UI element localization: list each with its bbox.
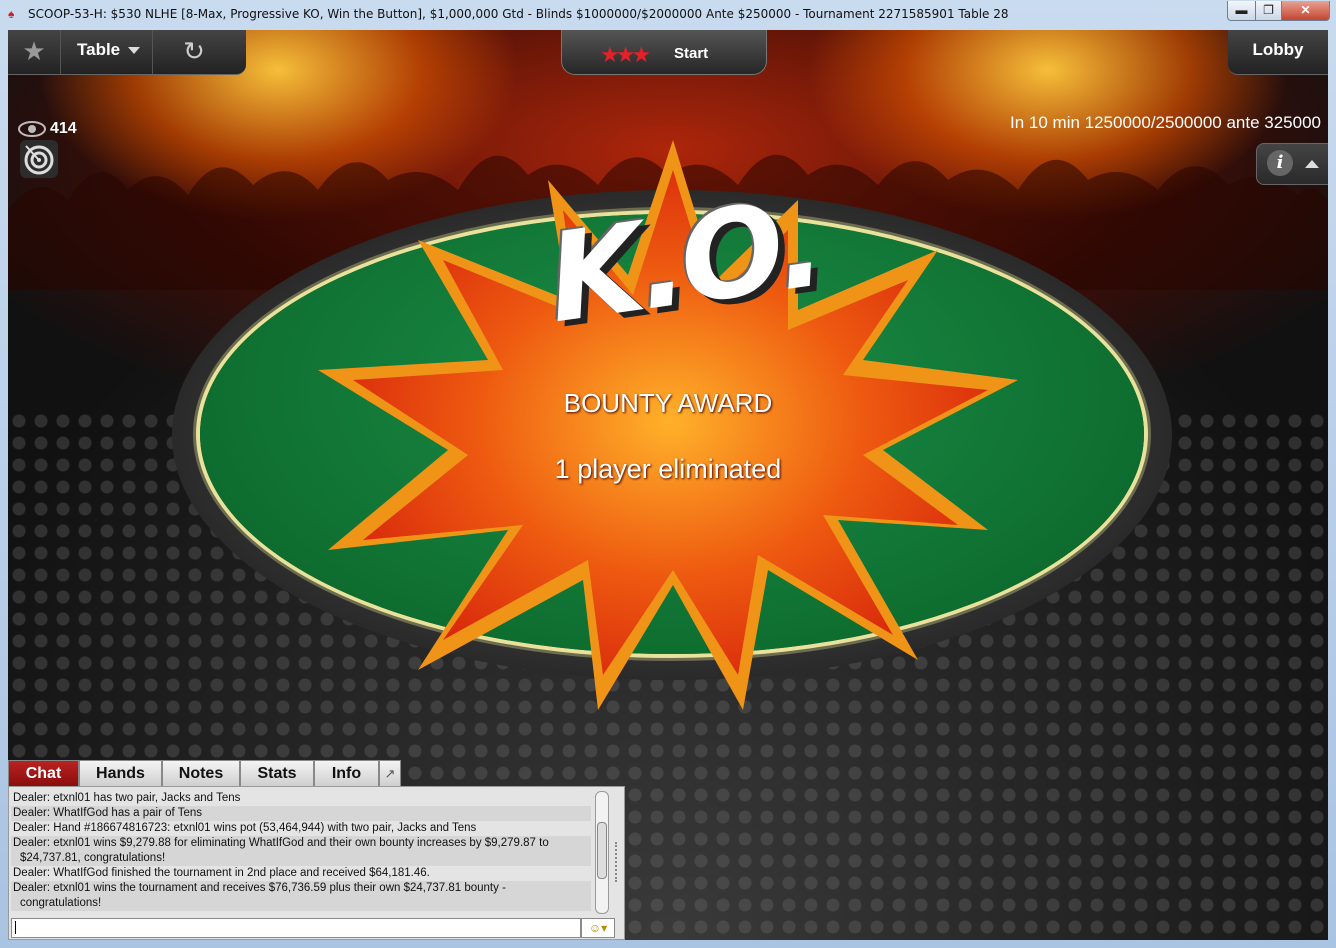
pokerstars-spade-icon: ♠ (8, 7, 15, 21)
observer-count: 414 (50, 120, 77, 137)
table-view: ★ Table ↻ ★★★ Start Lobby 414 In 10 min … (8, 30, 1328, 940)
star-icon[interactable]: ★ (8, 30, 61, 74)
tab-hands[interactable]: Hands (79, 760, 162, 786)
poker-table-window: ♠ SCOOP-53-H: $530 NLHE [8-Max, Progress… (0, 0, 1336, 948)
window-title: SCOOP-53-H: $530 NLHE [8-Max, Progressiv… (28, 7, 1009, 21)
maximize-button[interactable]: ❐ (1255, 1, 1282, 21)
table-menu-label: Table (77, 40, 121, 59)
popout-icon[interactable]: ↗ (379, 760, 401, 786)
start-label: Start (674, 45, 709, 62)
chat-line: Dealer: etxnl01 wins $9,279.88 for elimi… (11, 836, 591, 866)
next-blinds-notice: In 10 min 1250000/2500000 ante 325000 (1010, 113, 1321, 132)
start-button[interactable]: ★★★ Start (561, 30, 767, 75)
chat-line: Dealer: WhatIfGod has a pair of Tens (11, 806, 591, 821)
table-menu-button[interactable]: Table (61, 30, 153, 74)
stars-icon: ★★★ (600, 42, 651, 67)
chat-log: Dealer: etxnl01 has two pair, Jacks and … (11, 791, 591, 912)
tab-notes[interactable]: Notes (162, 760, 240, 786)
chat-line: Dealer: Hand #186674816723: etxnl01 wins… (13, 822, 477, 834)
toolbar-left: ★ Table ↻ (8, 30, 246, 75)
resize-grip[interactable] (615, 842, 623, 882)
chat-line: Dealer: WhatIfGod finished the tournamen… (13, 867, 430, 879)
text-caret (15, 921, 16, 934)
chat-line: Dealer: etxnl01 wins the tournament and … (11, 881, 591, 911)
tab-chat[interactable]: Chat (8, 760, 79, 786)
lobby-button[interactable]: Lobby (1228, 30, 1328, 75)
caret-up-icon (1305, 160, 1319, 168)
reload-icon[interactable]: ↻ (154, 30, 234, 74)
emoji-icon[interactable]: ☺▾ (581, 918, 615, 938)
tab-stats[interactable]: Stats (240, 760, 314, 786)
eye-icon (18, 121, 46, 137)
tab-info[interactable]: Info (314, 760, 379, 786)
chat-input[interactable] (11, 918, 581, 938)
close-button[interactable]: ✕ (1281, 1, 1330, 21)
chat-scrollbar[interactable] (595, 791, 609, 914)
bounty-award-title: BOUNTY AWARD (563, 388, 773, 418)
minimize-button[interactable]: ▬ (1227, 1, 1256, 21)
players-eliminated-text: 1 player eliminated (554, 454, 782, 484)
scrollbar-thumb[interactable] (597, 822, 607, 879)
chat-line: Dealer: etxnl01 has two pair, Jacks and … (13, 792, 241, 804)
info-button[interactable]: i (1256, 143, 1328, 185)
chevron-down-icon (128, 47, 141, 55)
title-bar[interactable]: ♠ SCOOP-53-H: $530 NLHE [8-Max, Progress… (0, 0, 1336, 30)
chat-panel: Dealer: etxnl01 has two pair, Jacks and … (8, 786, 625, 940)
info-icon: i (1267, 150, 1293, 176)
bounty-target-icon[interactable] (20, 140, 58, 178)
